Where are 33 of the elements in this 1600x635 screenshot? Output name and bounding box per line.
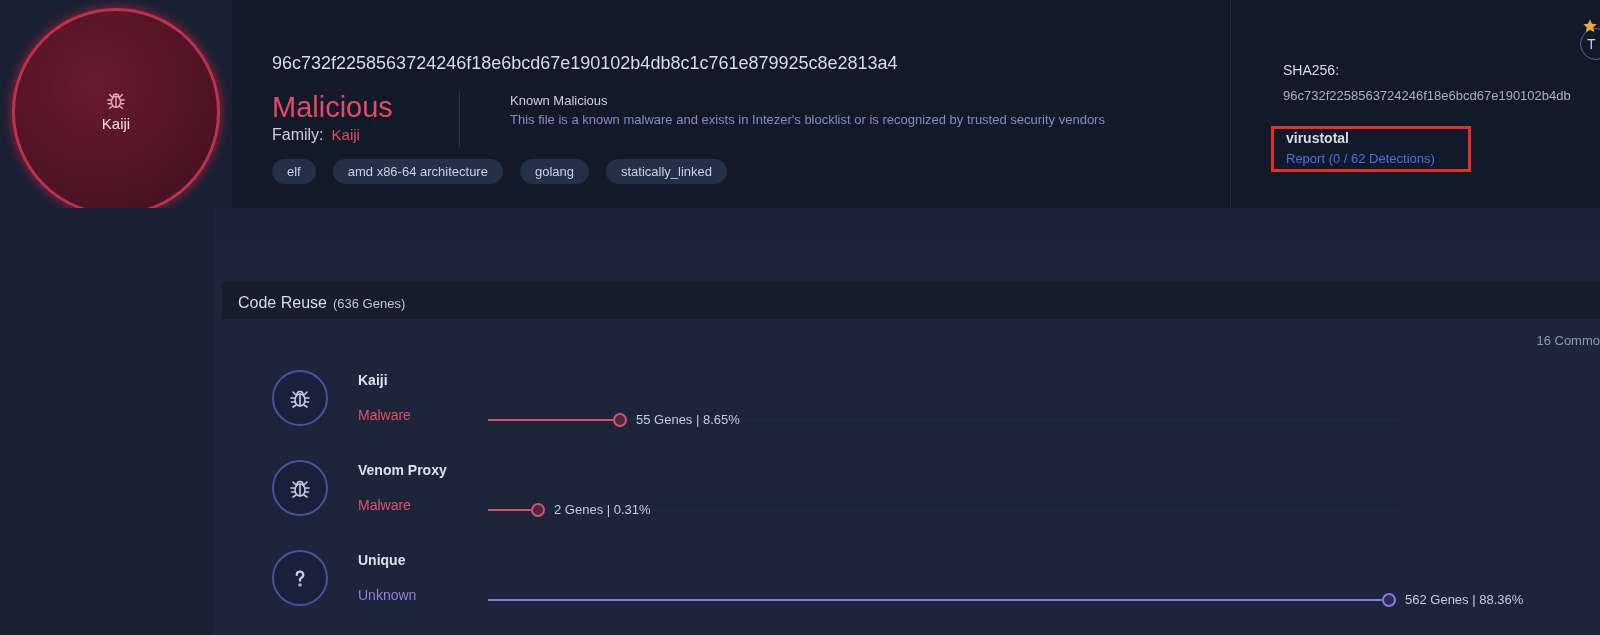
tag: golang <box>519 159 589 184</box>
virustotal-title: virustotal <box>1286 129 1350 149</box>
tag: amd x86-64 architecture <box>332 159 503 184</box>
card-title: Code Reuse <box>238 293 327 313</box>
sha-value: 96c732f2258563724246f18e6bcd67e190102b4db <box>1283 87 1572 105</box>
star-icon <box>1582 18 1598 34</box>
family-type: Malware <box>358 406 412 425</box>
family-name: Kaiji <box>358 371 389 390</box>
family-type: Unknown <box>358 586 418 605</box>
gene-total: (636 Genes) <box>332 295 406 313</box>
bar-end-marker <box>531 503 545 517</box>
family-name: Venom Proxy <box>358 461 448 480</box>
bar-end-marker <box>613 413 627 427</box>
gene-count: 55 Genes | 8.65% <box>636 411 740 429</box>
gene-count: 562 Genes | 88.36% <box>1405 591 1524 609</box>
tag: statically_linked <box>605 159 727 184</box>
tag: elf <box>272 159 316 184</box>
verdict-label: Malicious <box>272 91 394 123</box>
badge-family-name: Kaiji <box>101 113 131 134</box>
family-type: Malware <box>358 496 412 515</box>
sha-label: SHA256: <box>1283 61 1341 80</box>
file-hash: 96c732f2258563724246f18e6bcd67e190102b4db8c1c761e879925c8e2813a4 <box>272 52 899 75</box>
question-mark-icon <box>272 550 328 606</box>
avatar-letter: T <box>1587 34 1596 54</box>
report-link[interactable]: Report (0 / 62 Detections) <box>1286 149 1468 169</box>
verdict-description: This file is a known malware and exists in Intezer's blocklist or is recognized by trusted security vendors <box>510 110 1106 128</box>
common-genes-label: 16 Commo <box>1536 332 1600 350</box>
gene-count: 2 Genes | 0.31% <box>554 501 651 519</box>
family-label: Family: <box>272 125 324 145</box>
family-name: Unique <box>358 551 407 570</box>
verdict-title: Known Malicious <box>510 92 609 110</box>
family-value: Kaiji <box>331 125 360 145</box>
bar-end-marker <box>1382 593 1396 607</box>
